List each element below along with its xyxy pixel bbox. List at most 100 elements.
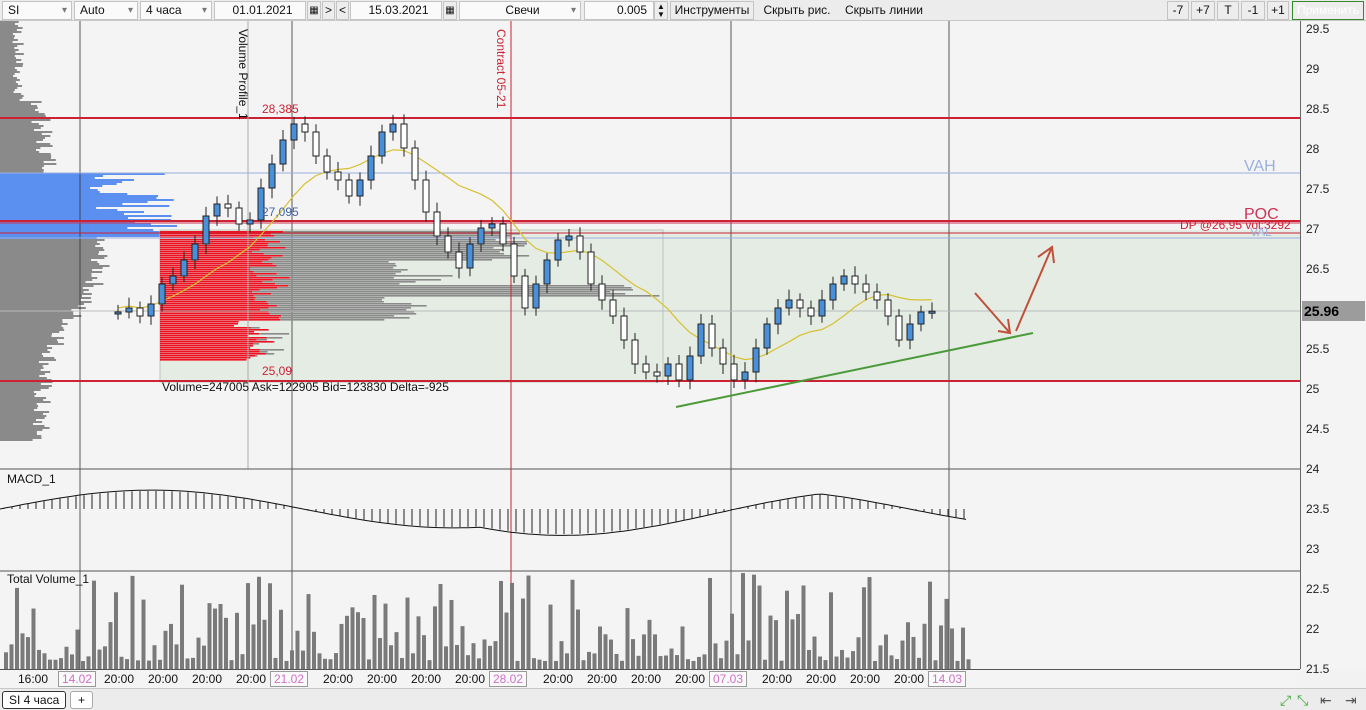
volume-bar bbox=[746, 640, 751, 669]
profile-bar bbox=[0, 367, 44, 369]
profile-bar bbox=[0, 147, 41, 149]
chart-area[interactable]: Volume Profile_1 Contract 05-21 28,385 2… bbox=[0, 21, 1300, 669]
profile-bar bbox=[0, 259, 92, 261]
volume-bar bbox=[570, 579, 575, 669]
profile-red-bar bbox=[160, 259, 269, 261]
chart-canvas[interactable]: Volume Profile_1 Contract 05-21 28,385 2… bbox=[0, 21, 1300, 669]
volume-bar bbox=[97, 649, 102, 669]
volume-bar bbox=[81, 660, 85, 669]
instruments-button[interactable]: Инструменты bbox=[670, 1, 754, 20]
profile-bar bbox=[0, 73, 15, 75]
volume-bar bbox=[939, 625, 943, 669]
profile-gray-bar bbox=[256, 275, 453, 277]
candle-body bbox=[664, 363, 672, 377]
profile-gray-bar bbox=[265, 239, 496, 241]
profile-bar bbox=[0, 107, 38, 109]
volume-bar bbox=[823, 660, 828, 669]
zoom-plus1-button[interactable]: +1 bbox=[1267, 1, 1289, 20]
calendar-from-icon[interactable]: ▦ bbox=[307, 1, 321, 20]
profile-red-bar bbox=[160, 239, 266, 241]
profile-bar bbox=[0, 45, 18, 47]
profile-gray-bar bbox=[260, 309, 407, 311]
zoom-minus7-button[interactable]: -7 bbox=[1167, 1, 1189, 20]
profile-bar bbox=[0, 403, 37, 405]
profile-red-bar bbox=[160, 337, 267, 339]
apply-button[interactable]: Применить bbox=[1292, 1, 1364, 20]
profile-bar bbox=[0, 415, 47, 417]
profile-gray-bar bbox=[269, 313, 417, 315]
time-label-date: 28.02 bbox=[489, 671, 528, 687]
tab-si-4h[interactable]: SI 4 часа bbox=[2, 691, 67, 709]
chart-type-select[interactable]: Свечи bbox=[459, 1, 581, 20]
profile-bar bbox=[0, 37, 14, 39]
profile-red-bar bbox=[160, 255, 283, 257]
profile-red-bar bbox=[160, 353, 266, 355]
hide-drawings-button[interactable]: Скрыть рис. bbox=[756, 1, 838, 20]
macd-label: MACD_1 bbox=[7, 472, 56, 486]
profile-bar bbox=[0, 331, 60, 333]
volume-bar bbox=[488, 645, 492, 669]
timeframe-select[interactable]: 4 часа bbox=[140, 1, 212, 20]
profile-red-bar bbox=[160, 319, 281, 321]
profile-bar bbox=[0, 123, 39, 125]
candle-body bbox=[598, 283, 606, 301]
step-spinner-icon[interactable]: ▲ ▼ bbox=[654, 1, 668, 20]
scroll-start-icon[interactable]: ⇤ bbox=[1320, 692, 1332, 709]
hide-lines-button[interactable]: Скрыть линии bbox=[840, 1, 928, 20]
profile-bar bbox=[0, 295, 83, 297]
add-tab-button[interactable]: + bbox=[70, 691, 94, 709]
profile-bar bbox=[0, 313, 74, 315]
time-axis[interactable]: 16:00 14.02 20:00 20:00 20:00 20:00 21.0… bbox=[0, 669, 1300, 688]
profile-bar bbox=[0, 319, 63, 321]
profile-bar bbox=[0, 317, 74, 319]
profile-bar bbox=[0, 417, 45, 419]
date-to-input[interactable]: 15.03.2021 bbox=[350, 1, 442, 20]
candle-body bbox=[345, 179, 353, 197]
level-low-label: 25,09 bbox=[262, 364, 292, 378]
profile-red-bar bbox=[160, 321, 239, 323]
scale-select[interactable]: Auto bbox=[74, 1, 138, 20]
candle-body bbox=[158, 283, 166, 305]
volume-bar bbox=[334, 653, 338, 669]
symbol-select[interactable]: SI bbox=[2, 1, 72, 20]
volume-bar bbox=[774, 620, 778, 669]
volume-bar bbox=[867, 577, 872, 669]
time-label: 20:00 bbox=[543, 672, 574, 686]
profile-bar bbox=[0, 431, 37, 433]
candle-body bbox=[136, 307, 144, 317]
volume-bar bbox=[86, 656, 91, 669]
fit-screen-icon[interactable]: ⤢ bbox=[1280, 692, 1291, 709]
profile-bar bbox=[0, 347, 53, 349]
volume-bar bbox=[653, 634, 657, 669]
profile-bar bbox=[0, 251, 100, 253]
zoom-plus7-button[interactable]: +7 bbox=[1191, 1, 1215, 20]
profile-bar bbox=[0, 363, 49, 365]
profile-gray-bar bbox=[271, 257, 515, 259]
date-from-input[interactable]: 01.01.2021 bbox=[214, 1, 306, 20]
profile-gray-bar bbox=[262, 281, 416, 283]
profile-red-bar bbox=[160, 273, 277, 275]
nav-forward-button[interactable]: > bbox=[322, 1, 335, 20]
volume-bar bbox=[609, 639, 613, 669]
time-label: 20:00 bbox=[806, 672, 837, 686]
volume-bar bbox=[455, 644, 459, 669]
zoom-t-button[interactable]: T bbox=[1217, 1, 1239, 20]
volume-bar bbox=[829, 592, 833, 669]
profile-bar bbox=[0, 65, 23, 67]
scroll-end-icon[interactable]: ⇥ bbox=[1345, 692, 1357, 709]
calendar-to-icon[interactable]: ▦ bbox=[443, 1, 457, 20]
volume-bar bbox=[240, 654, 245, 669]
step-input[interactable]: 0.005 bbox=[584, 1, 654, 20]
profile-bar bbox=[0, 409, 35, 411]
nav-back-button[interactable]: < bbox=[336, 1, 349, 20]
profile-bar bbox=[0, 299, 81, 301]
profile-red-bar bbox=[160, 257, 272, 259]
volume-bar bbox=[592, 653, 597, 669]
expand-icon[interactable]: ⤡ bbox=[1297, 692, 1308, 709]
profile-bar bbox=[0, 151, 40, 153]
profile-bar bbox=[0, 351, 50, 353]
zoom-minus1-button[interactable]: -1 bbox=[1241, 1, 1265, 20]
candle-body bbox=[301, 123, 309, 133]
profile-bar bbox=[0, 411, 50, 413]
volume-stats-label: Volume=247005 Ask=122905 Bid=123830 Delt… bbox=[162, 380, 449, 394]
